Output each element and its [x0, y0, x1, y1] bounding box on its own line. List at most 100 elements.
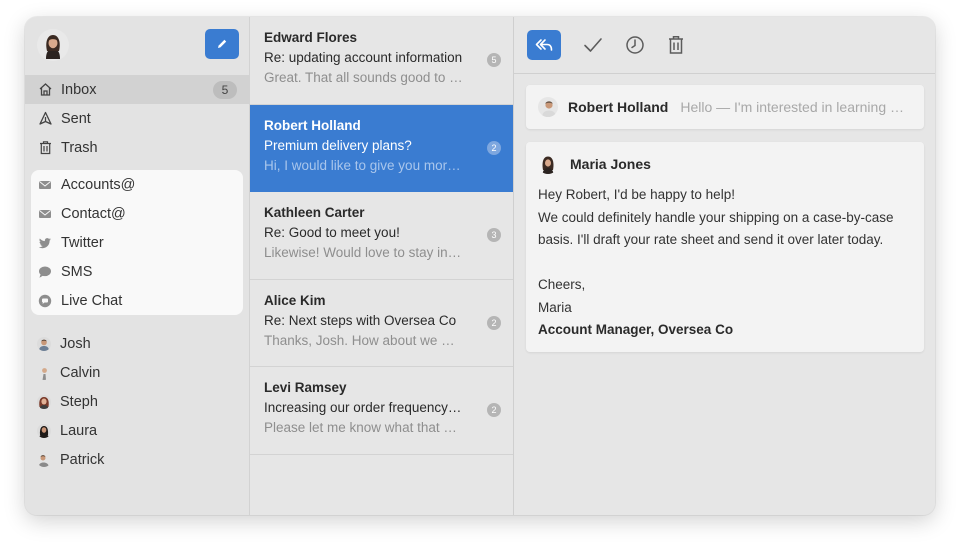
body-line: Maria	[538, 299, 572, 315]
sidebar-item-inbox[interactable]: Inbox 5	[25, 75, 249, 104]
compose-button[interactable]	[205, 29, 239, 59]
delete-button[interactable]	[659, 30, 693, 60]
message-body: Hey Robert, I'd be happy to help! We cou…	[538, 184, 912, 342]
thread-count-badge: 2	[487, 315, 501, 330]
reply-all-icon	[535, 39, 553, 51]
sidebar-item-label: Trash	[61, 139, 98, 156]
sidebar-item-label: Accounts@	[61, 176, 136, 193]
avatar	[37, 394, 51, 409]
message-preview: Hi, I would like to give you more detail…	[264, 157, 464, 173]
message-subject: Premium delivery plans?	[264, 137, 412, 153]
message-subject: Re: Good to meet you!	[264, 225, 400, 240]
message-row[interactable]: Edward Flores Re: updating account infor…	[250, 17, 513, 105]
envelope-icon	[37, 206, 53, 222]
sidebar-item-laura[interactable]: Laura	[25, 416, 249, 445]
sidebar-item-label: Josh	[60, 335, 91, 352]
sidebar-item-patrick[interactable]: Patrick	[25, 445, 249, 474]
unread-badge: 5	[213, 81, 237, 99]
trash-icon	[669, 36, 683, 54]
home-icon	[37, 82, 53, 98]
snooze-button[interactable]	[618, 30, 652, 60]
send-icon	[37, 111, 53, 127]
message-preview: Great. That all sounds good to me	[264, 70, 464, 85]
sidebar-item-label: Inbox	[61, 81, 97, 98]
envelope-icon	[37, 177, 53, 193]
message-sender: Maria Jones	[570, 156, 651, 172]
avatar	[37, 365, 51, 380]
sidebar-item-label: Calvin	[60, 364, 101, 381]
message-list: Edward Flores Re: updating account infor…	[250, 17, 514, 515]
message-subject: Increasing our order frequency soon	[264, 400, 464, 415]
user-avatar[interactable]	[37, 29, 69, 61]
clock-icon	[626, 36, 644, 54]
message-subject: Re: updating account information	[264, 50, 463, 65]
message-row[interactable]: Robert Holland Premium delivery plans? H…	[250, 104, 513, 192]
body-line: basis. I'll draft your rate sheet and se…	[538, 232, 884, 247]
message-sender: Alice Kim	[264, 292, 326, 308]
body-line: We could definitely handle your shipping…	[538, 209, 894, 225]
message-sender: Robert Holland	[264, 117, 361, 133]
sidebar-item-label: Twitter	[61, 234, 104, 251]
thread-count-badge: 5	[487, 53, 501, 67]
message-snippet: Hello — I'm interested in learning more …	[680, 99, 905, 115]
sidebar-item-label: Contact@	[61, 205, 126, 222]
channels-group: Accounts@ Contact@ Twitter SMS Live Chat	[31, 170, 243, 315]
sidebar-item-sms[interactable]: SMS	[31, 257, 243, 286]
sidebar-header	[25, 17, 249, 75]
thread-count-badge: 3	[487, 228, 501, 242]
sidebar-item-twitter[interactable]: Twitter	[31, 228, 243, 257]
message-sender: Kathleen Carter	[264, 205, 365, 220]
people-list: Josh Calvin Steph Laura Patrick	[25, 329, 249, 474]
thread-count-badge: 2	[487, 140, 501, 155]
sidebar-item-josh[interactable]: Josh	[25, 329, 249, 358]
sidebar-item-calvin[interactable]: Calvin	[25, 358, 249, 387]
trash-icon	[37, 140, 53, 156]
message-header: Maria Jones	[538, 153, 912, 175]
sidebar-item-label: Patrick	[60, 451, 105, 468]
open-message: Maria Jones Hey Robert, I'd be happy to …	[526, 142, 924, 352]
message-row[interactable]: Alice Kim Re: Next steps with Oversea Co…	[250, 280, 513, 367]
collapsed-message[interactable]: Robert Holland Hello — I'm interested in…	[526, 85, 924, 129]
thread-count-badge: 2	[487, 403, 501, 417]
toolbar	[514, 17, 935, 74]
mark-done-button[interactable]	[576, 30, 610, 60]
sidebar-item-label: Laura	[60, 422, 98, 439]
sidebar-item-label: Live Chat	[61, 292, 123, 309]
avatar	[538, 97, 558, 117]
sidebar-item-accounts[interactable]: Accounts@	[31, 170, 243, 199]
message-preview: Thanks, Josh. How about we meet	[264, 332, 464, 348]
message-preview: Please let me know what that would cost	[264, 420, 464, 435]
live-chat-icon	[37, 293, 53, 309]
chat-bubble-icon	[37, 264, 53, 280]
reply-all-button[interactable]	[527, 30, 561, 60]
avatar	[37, 336, 51, 351]
sidebar-item-sent[interactable]: Sent	[25, 104, 249, 133]
message-preview: Likewise! Would love to stay in touch	[264, 245, 464, 260]
body-line	[538, 252, 912, 275]
message-sender: Edward Flores	[264, 30, 358, 45]
message-row[interactable]: Levi Ramsey Increasing our order frequen…	[250, 367, 513, 455]
sidebar-item-steph[interactable]: Steph	[25, 387, 249, 416]
message-sender: Robert Holland	[568, 99, 669, 115]
avatar	[37, 423, 51, 438]
message-subject: Re: Next steps with Oversea Co	[264, 312, 457, 328]
sidebar: Inbox 5 Sent Trash Accounts@ Contact@ Tw…	[25, 17, 250, 515]
body-line: Hey Robert, I'd be happy to help!	[538, 187, 735, 202]
message-sender: Levi Ramsey	[264, 380, 347, 395]
reading-pane: Robert Holland Hello — I'm interested in…	[514, 17, 935, 515]
body-line: Cheers,	[538, 277, 586, 292]
avatar	[37, 452, 51, 467]
message-row[interactable]: Kathleen Carter Re: Good to meet you! Li…	[250, 192, 513, 280]
sidebar-item-trash[interactable]: Trash	[25, 133, 249, 162]
sidebar-item-live-chat[interactable]: Live Chat	[31, 286, 243, 315]
avatar	[538, 154, 558, 174]
mail-window: Inbox 5 Sent Trash Accounts@ Contact@ Tw…	[25, 17, 935, 515]
sidebar-item-label: Sent	[61, 110, 91, 127]
checkmark-icon	[584, 38, 602, 52]
signature: Account Manager, Oversea Co	[538, 322, 734, 337]
sidebar-item-label: Steph	[60, 393, 98, 410]
pencil-icon	[218, 39, 227, 48]
twitter-icon	[37, 235, 53, 251]
sidebar-item-label: SMS	[61, 263, 93, 280]
sidebar-item-contact[interactable]: Contact@	[31, 199, 243, 228]
